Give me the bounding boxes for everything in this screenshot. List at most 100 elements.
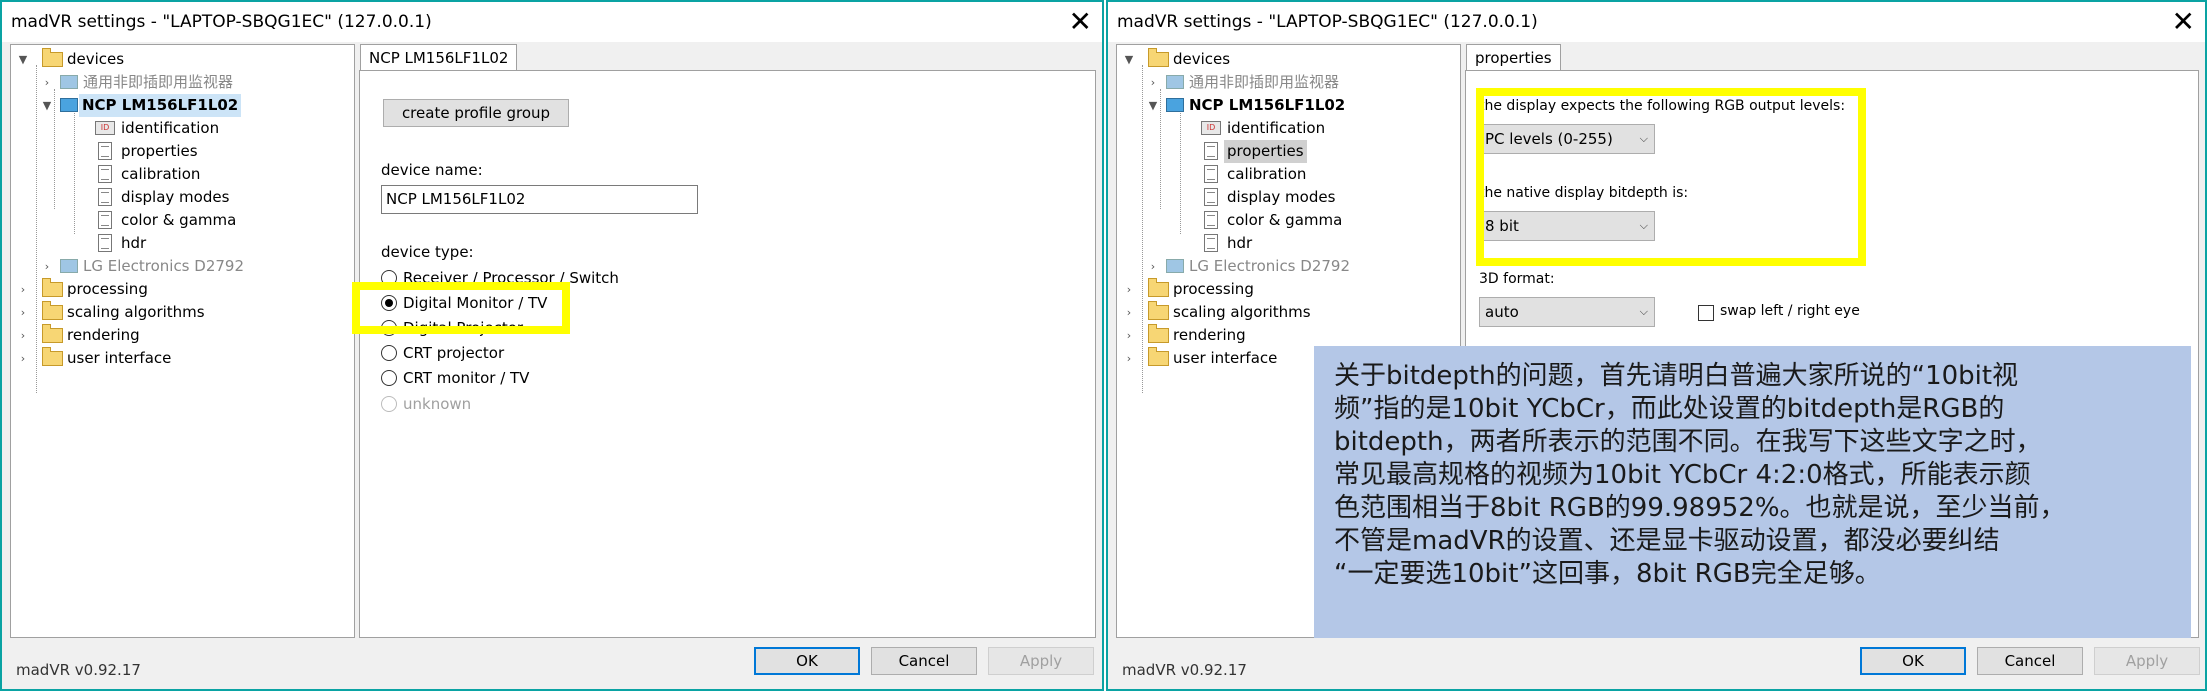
chevron-right-icon[interactable]: › [15,278,31,301]
tree-item-label: display modes [121,188,230,206]
device-name-input[interactable]: NCP LM156LF1L02 [381,185,698,214]
chevron-right-icon[interactable]: › [1121,278,1137,301]
tree-item-label: devices [67,50,125,68]
page-icon [1204,165,1218,183]
id-card-icon: ID [95,121,115,135]
settings-tree[interactable]: ▼ devices › 通用非即插即用监视器 ▼ NCP LM156LF1L02… [10,44,355,638]
chevron-down-icon[interactable]: ▼ [39,94,55,117]
tree-item-label: devices [1173,50,1231,68]
tree-item-label: scaling algorithms [1173,303,1311,321]
tree-item-label: hdr [1227,234,1253,252]
annotation-line: 常见最高规格的视频为10bit YCbCr 4:2:0格式，所能表示颜 [1334,460,2031,490]
annotation-line: “一定要选10bit”这回事，8bit RGB完全足够。 [1334,559,1881,589]
device-name-label: device name: [381,161,483,179]
page-icon [1204,234,1218,252]
page-icon [98,165,112,183]
tree-item-label: LG Electronics D2792 [83,257,244,275]
create-profile-group-button[interactable]: create profile group [383,99,569,127]
tree-item-label: user interface [1173,349,1278,367]
title-bar: madVR settings - "LAPTOP-SBQG1EC" (127.0… [1108,2,2205,42]
folder-icon [42,347,63,366]
page-icon [98,188,112,206]
cancel-button[interactable]: Cancel [1977,647,2083,675]
folder-icon [42,324,63,343]
version-label: madVR v0.92.17 [16,661,141,679]
folder-icon [1148,48,1169,67]
apply-button: Apply [2094,647,2200,675]
annotation-line: bitdepth，两者所表示的范围不同。在我写下这些文字之时， [1334,427,2042,457]
window-title: madVR settings - "LAPTOP-SBQG1EC" (127.0… [11,12,432,32]
chevron-down-icon[interactable]: ▼ [1145,94,1161,117]
tree-item-label: display modes [1227,188,1336,206]
annotation-line: 关于bitdepth的问题，首先请明白普遍大家所说的“10bit视 [1334,361,2019,391]
window-title: madVR settings - "LAPTOP-SBQG1EC" (127.0… [1117,12,1538,32]
folder-icon [1148,278,1169,297]
chevron-right-icon[interactable]: › [15,301,31,324]
3d-format-select[interactable]: auto ⌵ [1479,297,1655,327]
chevron-right-icon[interactable]: › [1145,71,1161,94]
page-icon [1204,142,1218,160]
monitor-icon [60,75,78,89]
highlight-box [1476,88,1866,266]
annotation-note: 关于bitdepth的问题，首先请明白普遍大家所说的“10bit视 频”指的是1… [1314,346,2191,638]
monitor-icon [60,98,78,112]
3d-format-label: 3D format: [1479,271,1555,287]
page-icon [1204,188,1218,206]
chevron-down-icon[interactable]: ▼ [1121,48,1137,71]
ok-button[interactable]: OK [1860,647,1966,675]
title-bar: madVR settings - "LAPTOP-SBQG1EC" (127.0… [2,2,1102,42]
chevron-right-icon[interactable]: › [39,255,55,278]
tree-item-label: identification [121,119,220,137]
page-icon [98,142,112,160]
radio-label: CRT projector [403,344,505,362]
tree-item-label: rendering [67,326,140,344]
chevron-right-icon[interactable]: › [1121,347,1137,370]
chevron-right-icon[interactable]: › [1121,324,1137,347]
chevron-right-icon[interactable]: › [1121,301,1137,324]
device-type-label: device type: [381,243,474,261]
tree-item-label: calibration [1227,165,1307,183]
tree-item-label: hdr [121,234,147,252]
chevron-right-icon[interactable]: › [39,71,55,94]
tree-item-label: processing [67,280,148,298]
tab-properties[interactable]: properties [1466,44,1561,72]
swap-eye-checkbox[interactable] [1698,305,1714,321]
tree-item-label: calibration [121,165,201,183]
folder-icon [1148,347,1169,366]
chevron-down-icon: ⌵ [1639,305,1648,318]
apply-button: Apply [988,647,1094,675]
chevron-down-icon[interactable]: ▼ [15,48,31,71]
close-icon[interactable]: ✕ [2172,4,2195,40]
tree-item-label: 通用非即插即用监视器 [83,73,234,91]
version-label: madVR v0.92.17 [1122,661,1247,679]
folder-icon [42,48,63,67]
radio-circle [381,345,397,361]
chevron-right-icon[interactable]: › [1145,255,1161,278]
folder-icon [42,278,63,297]
tree-item-label: rendering [1173,326,1246,344]
close-icon[interactable]: ✕ [1069,4,1092,40]
annotation-line: 色范围相当于8bit RGB的99.98952%。也就是说，至少当前， [1334,493,2066,523]
ok-button[interactable]: OK [754,647,860,675]
tree-item-label: user interface [67,349,172,367]
tree-item-label: 通用非即插即用监视器 [1189,73,1340,91]
annotation-line: 不管是madVR的设置、还是显卡驱动设置，都没必要纠结 [1334,526,2000,556]
page-icon [98,234,112,252]
id-card-icon: ID [1201,121,1221,135]
tree-item-label: properties [1224,140,1307,163]
tree-item-label: identification [1227,119,1326,137]
tab-device[interactable]: NCP LM156LF1L02 [360,44,518,72]
cancel-button[interactable]: Cancel [871,647,977,675]
device-panel: create profile group device name: NCP LM… [359,70,1096,638]
chevron-right-icon[interactable]: › [15,324,31,347]
chevron-right-icon[interactable]: › [15,347,31,370]
settings-window-left: madVR settings - "LAPTOP-SBQG1EC" (127.0… [0,0,1104,691]
highlight-box [352,282,570,334]
monitor-icon [1166,75,1184,89]
page-icon [1204,211,1218,229]
tree-item-label: color & gamma [1227,211,1343,229]
radio-circle [381,370,397,386]
tree-item-label: properties [121,142,198,160]
annotation-line: 频”指的是10bit YCbCr，而此处设置的bitdepth是RGB的 [1334,394,2005,424]
radio-label: CRT monitor / TV [403,369,530,387]
